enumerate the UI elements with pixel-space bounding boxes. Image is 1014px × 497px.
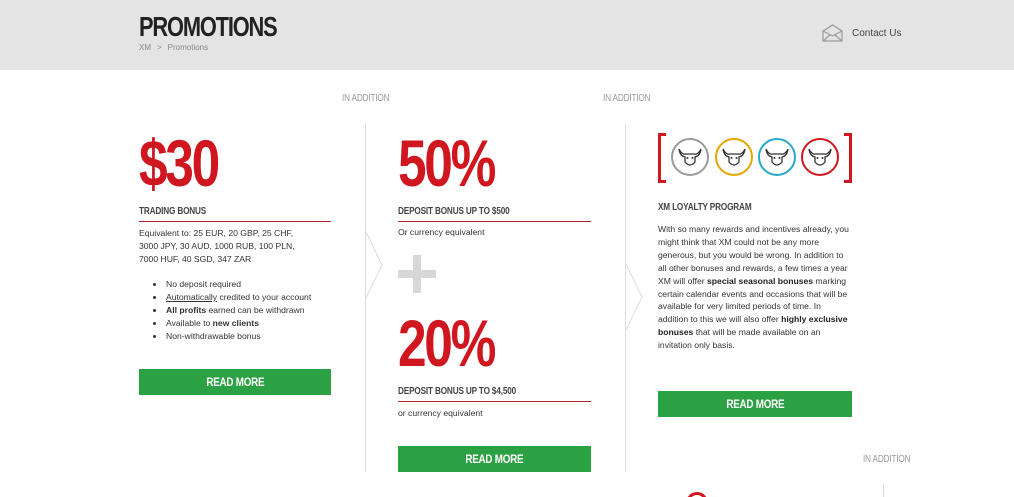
loyalty-description: With so many rewards and incentives alre… [658, 224, 849, 351]
partial-circle-icon [686, 492, 708, 497]
list-item: Automatically credited to your account [150, 291, 350, 304]
promo-equivalent-text: Equivalent to: 25 EUR, 20 GBP, 25 CHF, 3… [139, 228, 295, 264]
promo-features-list: No deposit required Automatically credit… [150, 278, 350, 343]
in-addition-label: IN ADDITION [603, 93, 651, 104]
bull-mascot-icon [715, 138, 753, 176]
bull-mascot-icon [801, 138, 839, 176]
list-item: All profits earned can be withdrawn [150, 304, 350, 317]
page-header: PROMOTIONS XM > Promotions Contact Us [0, 0, 1014, 70]
breadcrumb-current: Promotions [167, 43, 209, 52]
promo-subtext: or currency equivalent [398, 408, 483, 418]
plus-icon [398, 255, 436, 293]
bracket-left-icon [658, 133, 666, 183]
promo-heading: DEPOSIT BONUS UP TO $4,500 [398, 386, 591, 402]
bull-mascot-icon [671, 138, 709, 176]
promo-amount: 50% [398, 126, 496, 200]
envelope-icon [822, 24, 843, 42]
loyalty-mascots [658, 133, 852, 183]
read-more-button[interactable]: READ MORE [658, 391, 852, 417]
contact-us-label: Contact Us [852, 27, 902, 39]
page-title: PROMOTIONS [139, 11, 278, 42]
read-more-button[interactable]: READ MORE [398, 446, 591, 472]
promo-heading: DEPOSIT BONUS UP TO $500 [398, 206, 591, 222]
chevron-right-icon [365, 230, 383, 300]
promo-heading: XM LOYALTY PROGRAM [658, 202, 752, 213]
promo-heading: TRADING BONUS [139, 206, 331, 222]
in-addition-label: IN ADDITION [863, 454, 911, 465]
column-divider [883, 484, 884, 497]
read-more-button[interactable]: READ MORE [139, 369, 331, 395]
promo-subtext: Or currency equivalent [398, 227, 485, 237]
contact-us-link[interactable]: Contact Us [822, 24, 901, 42]
list-item: No deposit required [150, 278, 350, 291]
automatically-link[interactable]: Automatically [166, 292, 217, 302]
bracket-right-icon [844, 133, 852, 183]
promo-amount: 20% [398, 306, 496, 380]
chevron-right-icon [625, 262, 643, 332]
in-addition-label: IN ADDITION [342, 93, 390, 104]
breadcrumb: XM > Promotions [139, 43, 208, 52]
list-item: Available to new clients [150, 317, 350, 330]
promo-amount: $30 [139, 126, 220, 200]
breadcrumb-separator: > [157, 43, 162, 52]
bull-mascot-icon [758, 138, 796, 176]
breadcrumb-home-link[interactable]: XM [139, 43, 151, 52]
list-item: Non-withdrawable bonus [150, 330, 350, 343]
